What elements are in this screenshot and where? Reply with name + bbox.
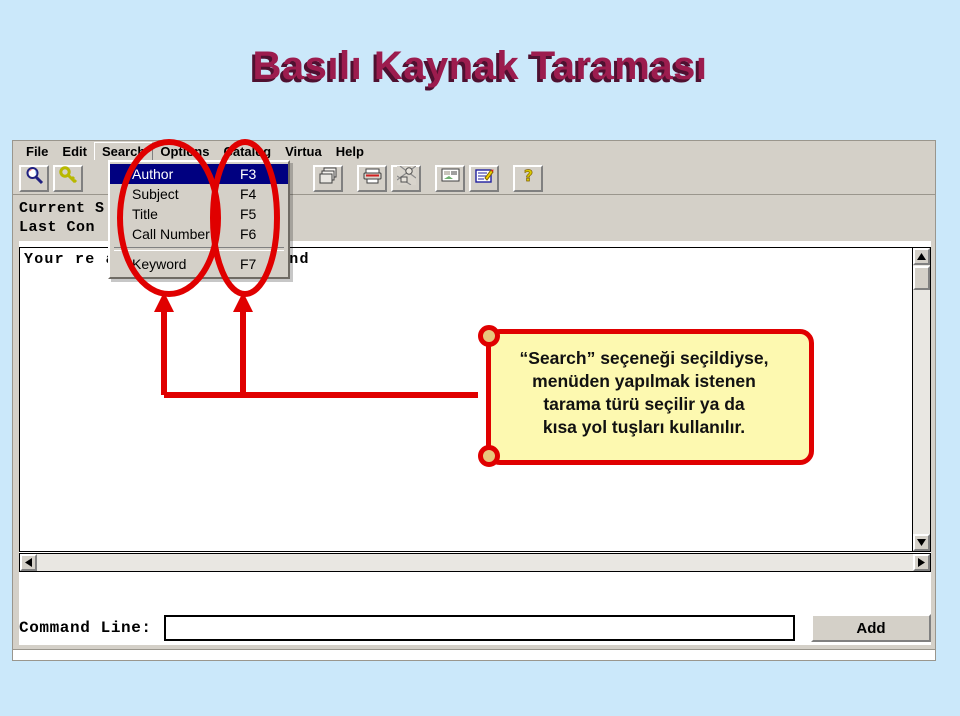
edit-record-icon [474,166,494,190]
network-icon [396,165,416,190]
search-toolbar-button[interactable] [19,164,49,192]
command-bar: Command Line: Add [19,611,931,645]
callout-curl-bottom-left-icon [478,445,500,467]
menu-item-catalog[interactable]: Catalog [216,143,278,160]
scroll-down-button[interactable] [913,534,930,551]
last-command-line: Last Con [19,219,96,236]
horizontal-scrollbar[interactable] [19,553,931,572]
scroll-left-button[interactable] [20,554,37,571]
menu-option-author-shortcut: F3 [240,166,257,182]
callout-text: “Search” seçeneği seçildiyse, menüden ya… [494,347,794,439]
menu-option-author[interactable]: Author F3 [110,164,288,184]
menu-separator [114,247,284,251]
scroll-up-button[interactable] [913,248,930,265]
menu-option-keyword-label: Keyword [132,256,187,272]
menu-item-file[interactable]: File [19,143,55,160]
help-toolbar-button[interactable]: ? [513,164,543,192]
record-toolbar-button[interactable] [435,164,465,192]
vertical-scrollbar[interactable] [912,248,930,551]
callout-line-1: “Search” seçeneği seçildiyse, [519,348,769,368]
status-lines: Current S Last Con [19,199,105,237]
menu-option-call-number-shortcut: F6 [240,226,257,242]
question-mark-icon: ? [519,166,538,190]
svg-text:?: ? [523,166,532,185]
add-button[interactable]: Add [811,614,931,642]
scroll-right-button[interactable] [913,554,930,571]
callout-curl-top-left-icon [478,325,500,347]
print-toolbar-button[interactable] [357,164,387,192]
command-line-input[interactable] [163,615,795,641]
callout-line-2: menüden yapılmak istenen [532,371,756,391]
menu-item-options[interactable]: Options [153,143,216,160]
menu-option-title-label: Title [132,206,158,222]
annotation-callout: “Search” seçeneği seçildiyse, menüden ya… [478,325,822,467]
record-card-icon [441,166,460,190]
windows-toolbar-button[interactable] [313,164,343,192]
menu-bar: File Edit Search Options Catalog Virtua … [13,141,935,161]
menu-option-title-shortcut: F5 [240,206,257,222]
menu-option-author-label: Author [132,166,174,182]
menu-item-help[interactable]: Help [329,143,371,160]
menu-item-virtua[interactable]: Virtua [278,143,329,160]
network-toolbar-button[interactable] [391,164,421,192]
command-line-label: Command Line: [19,619,152,637]
edit-record-toolbar-button[interactable] [469,164,499,192]
magnifier-icon [25,166,44,190]
callout-line-4: kısa yol tuşları kullanılır. [542,417,746,437]
menu-item-edit[interactable]: Edit [55,143,94,160]
callout-line-3: tarama türü seçilir ya da [543,394,745,414]
window-footer [13,649,935,660]
menu-option-call-number[interactable]: Call Number F6 [110,224,288,244]
vertical-scroll-thumb[interactable] [913,266,930,290]
menu-option-subject-shortcut: F4 [240,186,257,202]
menu-option-subject-label: Subject [132,186,179,202]
search-dropdown-menu[interactable]: Author F3 Subject F4 Title F5 Call Numbe… [108,160,290,279]
menu-option-call-number-label: Call Number [132,226,210,242]
windows-stack-icon [319,166,338,190]
menu-option-keyword[interactable]: Keyword F7 [110,254,288,274]
authority-toolbar-button[interactable] [53,164,83,192]
menu-option-keyword-shortcut: F7 [240,256,257,272]
page-title: Basılı Kaynak Taraması [252,44,708,88]
menu-option-title[interactable]: Title F5 [110,204,288,224]
menu-option-subject[interactable]: Subject F4 [110,184,288,204]
printer-icon [363,166,382,190]
menu-item-search[interactable]: Search [93,142,154,160]
current-search-line: Current S [19,200,105,217]
key-icon [58,166,78,190]
